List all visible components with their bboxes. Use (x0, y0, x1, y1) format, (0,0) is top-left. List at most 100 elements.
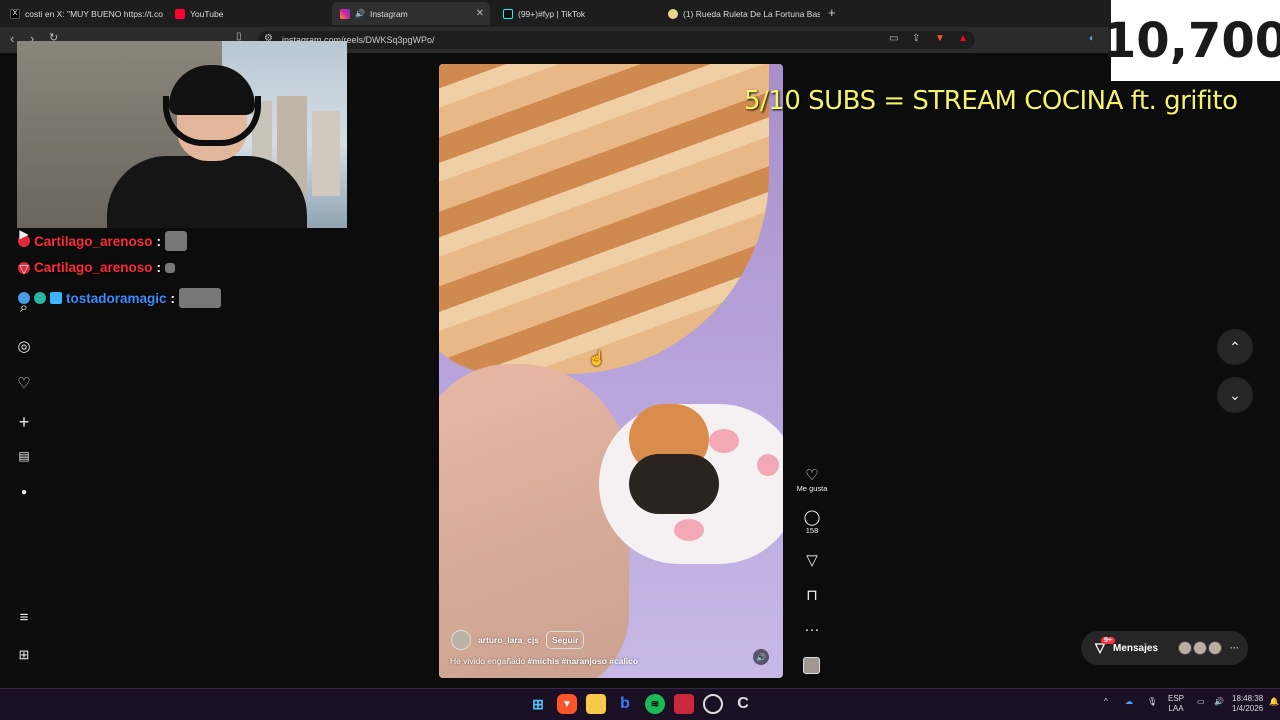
cloud-icon[interactable]: ☁ (1125, 697, 1133, 707)
messages-button[interactable]: ▽ 9+ Mensajes ··· (1081, 631, 1248, 665)
mute-icon[interactable]: 🔊 (753, 649, 769, 665)
messages-label: Mensajes (1113, 642, 1159, 654)
tab-x[interactable]: X costi en X: "MUY BUENO https://t.co (2, 2, 167, 25)
audio-avatar[interactable] (803, 657, 820, 674)
address-bar[interactable]: instagram.com/reels/DWKSq3pgWPo/ (258, 31, 975, 49)
tab-instagram[interactable]: 🔊 Instagram ✕ (332, 2, 490, 25)
profile-avatar[interactable]: ● (16, 487, 32, 498)
owner-username[interactable]: arturo_lara_cjs (478, 635, 539, 645)
brave-rewards-icon[interactable]: ▲ (958, 33, 968, 44)
network-icon[interactable]: ▭ (1197, 697, 1205, 707)
share-button[interactable]: ▽ (795, 553, 829, 569)
obs-icon[interactable] (703, 694, 723, 714)
paw-bean (709, 429, 739, 453)
chat-username: Cartilago_arenoso (34, 260, 153, 275)
follow-button[interactable]: Seguir (545, 631, 585, 649)
voicemeeter-icon[interactable] (674, 694, 694, 714)
save-button[interactable]: ⊓ (795, 588, 829, 604)
bing-icon[interactable]: b (615, 694, 635, 714)
wallet-icon[interactable]: ◐ (1089, 33, 1095, 44)
emote-image (165, 231, 188, 251)
explore-icon[interactable]: ◎ (16, 337, 32, 355)
webcam-feed (17, 41, 347, 228)
tab-tiktok[interactable]: (99+)#fyp | TikTok (495, 2, 660, 25)
reels-icon[interactable]: ▶ (16, 227, 32, 241)
lang-bottom: LAA (1168, 704, 1184, 713)
clock[interactable]: 18:48:38 1/4/2026 (1232, 694, 1263, 714)
search-icon[interactable]: ⌕ (16, 299, 32, 316)
comment-count: 158 (805, 526, 819, 535)
send-icon: ▽ (806, 552, 818, 569)
avatar (1193, 641, 1208, 655)
like-label: Me gusta (796, 484, 828, 493)
dashboard-icon[interactable]: ▤ (16, 449, 32, 463)
share-icon[interactable]: ⇪ (912, 33, 920, 44)
more-menu-icon[interactable]: ≡ (16, 609, 32, 626)
language-indicator[interactable]: ESP LAA (1168, 694, 1184, 714)
avatar (1178, 641, 1193, 655)
file-explorer-icon[interactable] (586, 694, 606, 714)
emote-image (165, 262, 176, 273)
spotify-icon[interactable]: ≋ (645, 694, 665, 714)
chat-username: Cartilago_arenoso (34, 233, 153, 249)
mouse-cursor-icon: ☝ (588, 350, 606, 366)
caption-hashtags[interactable]: #michis #naranjoso #calico (528, 656, 639, 666)
notification-bell-icon[interactable]: 🔔 (1269, 697, 1279, 707)
notifications-heart-icon[interactable]: ♡ (16, 374, 32, 392)
taskbar (0, 688, 1280, 720)
volume-icon[interactable]: 🔊 (1214, 697, 1224, 707)
sub-counter: 10,700 (1103, 0, 1280, 81)
cube-badge-icon (50, 292, 62, 304)
direct-icon[interactable]: ▽ (16, 262, 32, 276)
streamer-body (107, 156, 307, 228)
clock-time: 18:48:38 (1232, 694, 1264, 703)
owner-avatar[interactable] (451, 630, 471, 650)
chat-separator: : (156, 260, 162, 275)
paw-bean (674, 519, 704, 541)
windows-start-icon[interactable]: ⊞ (528, 694, 548, 714)
create-plus-icon[interactable]: + (16, 412, 32, 433)
tab-label: Instagram (369, 8, 408, 19)
speaker-icon: 🔊 (355, 9, 365, 18)
tab-youtube[interactable]: YouTube (167, 2, 332, 25)
comment-icon: ◯ (803, 509, 821, 526)
chevron-up-icon: ⌃ (1229, 338, 1241, 355)
youtube-icon (175, 8, 185, 19)
paw-black-patch (629, 454, 719, 514)
tray-chevron-icon[interactable]: ^ (1104, 697, 1108, 707)
chat-separator: : (156, 233, 162, 249)
browser-tab-bar: X costi en X: "MUY BUENO https://t.co Yo… (0, 0, 1280, 27)
caption-text: He vivido engañado (450, 656, 526, 666)
back-icon[interactable]: ‹ (10, 31, 14, 46)
chat-message: Cartilago_arenoso: (18, 260, 176, 275)
chat-separator: : (170, 290, 176, 306)
previous-reel-button[interactable]: ⌃ (1217, 329, 1253, 365)
avatar (1208, 641, 1223, 655)
reel-video[interactable]: arturo_lara_cjs Seguir He vivido engañad… (439, 64, 783, 678)
robot-badge-icon (34, 292, 46, 304)
also-from-meta-icon[interactable]: ⊞ (16, 647, 32, 663)
brave-browser-icon[interactable]: ▼ (557, 694, 577, 714)
close-tab-icon[interactable]: ✕ (476, 8, 484, 19)
heart-icon: ♡ (805, 467, 819, 484)
reel-caption: He vivido engañado #michis #naranjoso #c… (450, 656, 638, 666)
screen-icon[interactable]: ▭ (889, 33, 898, 44)
tab-ruleta[interactable]: (1) Rueda Ruleta De La Fortuna Base (660, 2, 820, 25)
chat-message: Cartilago_arenoso: (18, 231, 188, 251)
more-options-button[interactable]: ··· (795, 622, 829, 638)
emote-image (179, 288, 222, 308)
new-tab-button[interactable]: + (828, 5, 836, 20)
tiktok-icon (503, 8, 513, 19)
mic-icon[interactable]: 🎙 (1147, 697, 1157, 707)
chat-username: tostadoramagic (66, 290, 167, 306)
app-c-icon[interactable]: C (733, 694, 753, 714)
like-button[interactable]: ♡ Me gusta (795, 467, 829, 494)
lang-top: ESP (1168, 694, 1185, 703)
next-reel-button[interactable]: ⌄ (1217, 377, 1253, 413)
wheel-icon (668, 8, 678, 19)
comment-button[interactable]: ◯ 158 (795, 509, 829, 536)
ellipsis-icon: ··· (1230, 643, 1240, 653)
messages-badge: 9+ (1101, 637, 1115, 644)
brave-shield-icon[interactable]: ▼ (935, 33, 945, 44)
ellipsis-icon: ··· (804, 621, 820, 638)
